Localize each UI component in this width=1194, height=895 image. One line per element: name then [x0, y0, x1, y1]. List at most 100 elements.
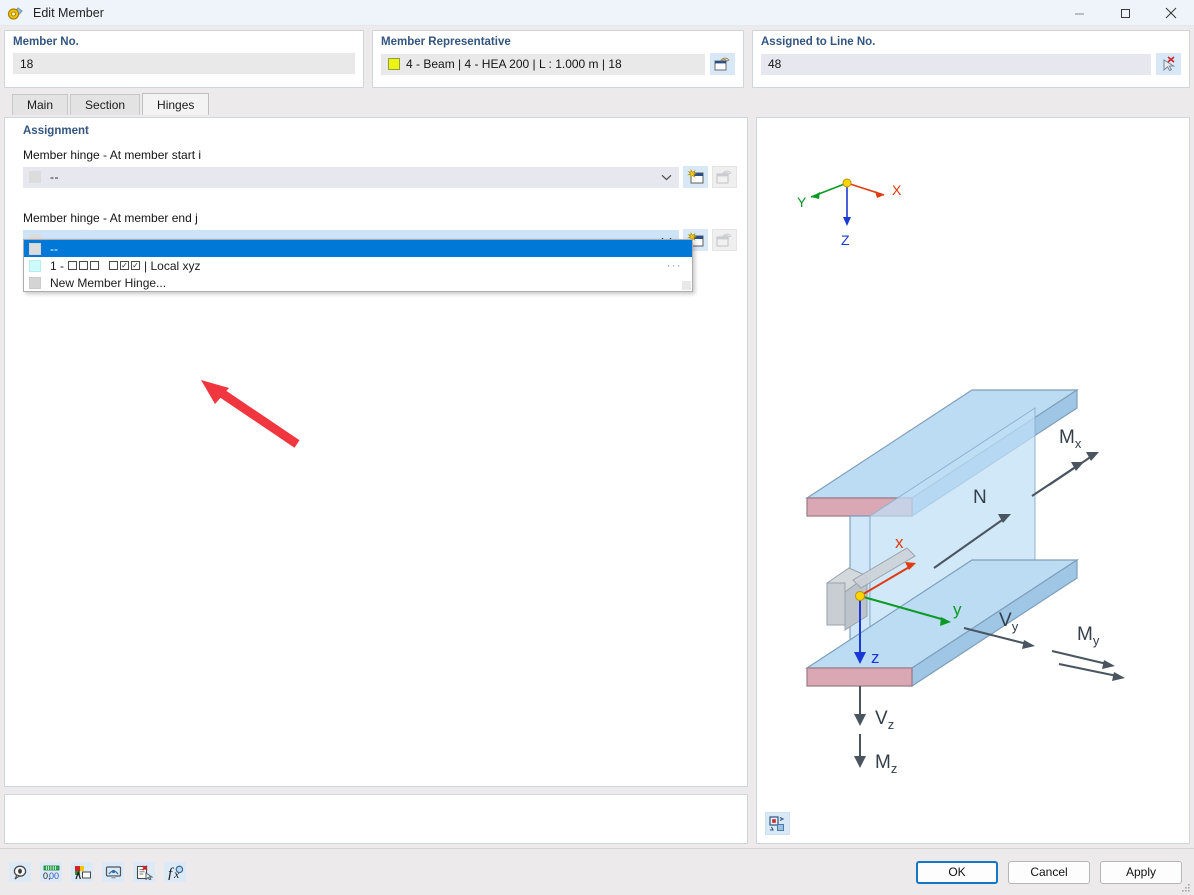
hinge-list-item-none[interactable]: --	[24, 240, 692, 257]
assigned-line-group: Assigned to Line No. 48	[752, 30, 1190, 88]
delete-note-icon	[136, 864, 153, 880]
assignment-title: Assignment	[23, 125, 89, 137]
member-hinge-diagram: x y z N Mx Vy My Vz Mz	[804, 388, 1125, 776]
member-no-title: Member No.	[13, 36, 79, 48]
footer-bar: 0, 00 f x OK Cancel Apply	[0, 848, 1194, 895]
hinge-rotation-checkboxes: ✓ ✓	[109, 260, 141, 270]
hinge-translation-checkboxes	[68, 261, 100, 270]
reset-button[interactable]	[133, 862, 155, 882]
window-controls	[1056, 0, 1194, 26]
member-no-group: Member No. 18	[4, 30, 364, 88]
comment-button[interactable]	[9, 862, 31, 882]
member-no-input[interactable]: 18	[13, 53, 355, 74]
select-member-button[interactable]	[710, 53, 735, 75]
visibility-button[interactable]	[102, 862, 124, 882]
text-graphic-icon	[74, 865, 91, 879]
new-member-hinge-icon	[686, 169, 703, 184]
list-item-axis-system: | Local xyz	[144, 258, 201, 273]
render-view-icon	[105, 865, 121, 878]
close-button[interactable]	[1148, 0, 1194, 26]
checkbox-phiy: ✓	[120, 260, 130, 270]
hinge-start-row: --	[23, 166, 737, 188]
force-label-Mx: Mx	[1059, 427, 1082, 451]
display-properties-button[interactable]	[71, 862, 93, 882]
window-title: Edit Member	[33, 5, 104, 20]
minimize-icon	[1074, 13, 1084, 14]
checkbox-ux	[68, 261, 78, 270]
list-item-label: --	[50, 241, 58, 256]
tab-main[interactable]: Main	[12, 94, 69, 115]
svg-text:00: 00	[49, 871, 59, 880]
tab-section[interactable]: Section	[70, 94, 141, 115]
maximize-button[interactable]	[1102, 0, 1148, 26]
header-groups: Member No. 18 Member Representative 4 - …	[0, 26, 1194, 88]
force-label-Mz: Mz	[875, 752, 897, 776]
checkbox-phiz: ✓	[131, 260, 141, 270]
title-bar: Edit Member	[0, 0, 1194, 26]
view-settings-button[interactable]	[765, 812, 790, 835]
annotation-arrow	[201, 380, 300, 448]
local-axis-x-label: x	[895, 533, 904, 552]
edit-member-hinge-icon	[716, 170, 732, 184]
chevron-down-icon[interactable]	[654, 168, 678, 187]
deselect-line-icon	[1163, 56, 1176, 72]
force-label-My: My	[1077, 624, 1100, 648]
hinge-start-swatch	[29, 171, 41, 183]
list-item-ellipsis-button[interactable]: ···	[667, 260, 682, 272]
force-label-Vz: Vz	[875, 708, 894, 732]
new-hinge-start-button[interactable]	[683, 166, 708, 188]
local-axis-z-label: z	[871, 648, 880, 667]
function-button[interactable]: f x	[164, 862, 186, 882]
global-axis-y-label: Y	[797, 194, 807, 210]
formula-icon: f x	[168, 865, 183, 880]
right-column: X Y Z x y z N Mx Vy My Vz Mz	[756, 117, 1190, 844]
list-item-label: New Member Hinge...	[50, 275, 167, 290]
checkbox-uy	[79, 261, 89, 270]
checkbox-uz	[90, 261, 100, 270]
select-member-icon	[714, 57, 730, 71]
comment-panel[interactable]	[4, 794, 748, 844]
view-settings-icon	[769, 815, 785, 831]
cancel-button[interactable]: Cancel	[1008, 860, 1090, 884]
assigned-line-input[interactable]: 48	[761, 53, 1151, 75]
hinge-end-dropdown-list[interactable]: -- 1 - ✓ ✓ | Local xyz ··· New Member Hi…	[23, 239, 693, 292]
hinge-start-combo[interactable]: --	[23, 166, 679, 188]
ok-button[interactable]: OK	[916, 860, 998, 884]
edit-hinge-end-button	[712, 229, 737, 251]
list-item-swatch	[29, 242, 41, 255]
list-item-label: 1 - ✓ ✓ | Local xyz	[50, 259, 201, 273]
hinge-start-value: --	[50, 170, 59, 184]
footer-toolbar: 0, 00 f x	[9, 862, 186, 882]
member-hinge-icon	[7, 4, 25, 22]
resize-grip[interactable]	[1181, 883, 1191, 893]
tab-bar: Main Section Hinges	[12, 93, 1194, 115]
comment-icon	[13, 865, 27, 879]
numeric-format-icon: 0, 00	[43, 865, 59, 880]
assigned-line-title: Assigned to Line No.	[761, 36, 876, 48]
deselect-line-button[interactable]	[1156, 53, 1181, 75]
close-icon	[1165, 7, 1177, 19]
global-axes-indicator: X Y Z	[797, 178, 902, 248]
edit-hinge-start-button	[712, 166, 737, 188]
member-representative-group: Member Representative 4 - Beam | 4 - HEA…	[372, 30, 744, 88]
3d-viewer-panel[interactable]: X Y Z x y z N Mx Vy My Vz Mz	[756, 117, 1190, 844]
dropdown-scroll-corner	[682, 281, 691, 290]
member-representative-title: Member Representative	[381, 36, 511, 48]
checkbox-phix	[109, 261, 119, 270]
member-color-swatch	[388, 58, 400, 70]
dialog-body: Assignment Member hinge - At member star…	[0, 117, 1194, 848]
global-axis-x-label: X	[892, 182, 902, 198]
hinge-list-item-new[interactable]: New Member Hinge...	[24, 274, 692, 291]
hinge-list-item-1[interactable]: 1 - ✓ ✓ | Local xyz ···	[24, 257, 692, 274]
member-representative-value: 4 - Beam | 4 - HEA 200 | L : 1.000 m | 1…	[406, 57, 622, 71]
list-item-swatch	[29, 276, 41, 289]
list-item-number: 1 -	[50, 258, 65, 273]
force-label-N: N	[973, 487, 987, 508]
member-representative-input[interactable]: 4 - Beam | 4 - HEA 200 | L : 1.000 m | 1…	[381, 53, 705, 75]
apply-button[interactable]: Apply	[1100, 860, 1182, 884]
edit-member-hinge-icon	[716, 233, 732, 247]
tab-hinges[interactable]: Hinges	[142, 93, 210, 115]
minimize-button[interactable]	[1056, 0, 1102, 26]
decimal-places-button[interactable]: 0, 00	[40, 862, 62, 882]
hinge-end-label: Member hinge - At member end j	[23, 211, 198, 225]
